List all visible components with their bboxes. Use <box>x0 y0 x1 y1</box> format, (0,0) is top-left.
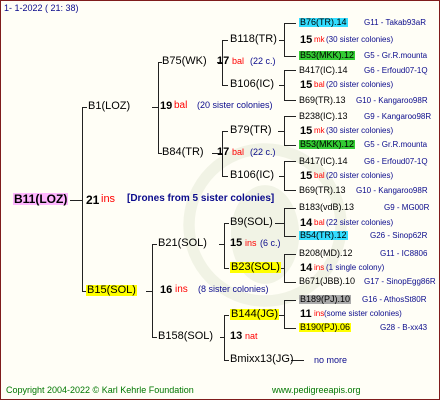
gen4-b417-b[interactable]: B417(IC).14 <box>299 157 348 166</box>
root-note: [Drones from 5 sister colonies] <box>127 193 275 204</box>
gen4-b238-loc: G9 - Kangaroo98R <box>364 112 432 121</box>
gen2-b75-note: (22 c.) <box>250 56 276 66</box>
root-queen[interactable]: B11(LOZ) <box>13 193 69 205</box>
dam-b15[interactable]: B15(SOL) <box>86 285 137 296</box>
gen4-b76-loc: G11 - Takab93aR <box>364 18 426 27</box>
gen2-b158[interactable]: B158(SOL) <box>158 331 213 342</box>
gen4-b54[interactable]: B54(TR).12 <box>299 231 348 240</box>
gen3-b79[interactable]: B79(TR) <box>230 125 272 136</box>
gen2-b21[interactable]: B21(SOL) <box>158 238 207 249</box>
footer-site-link[interactable]: www.pedigreeapis.org <box>272 385 361 395</box>
gen3-b79-breeder: mk <box>314 126 325 135</box>
gen3-b106a-note: (20 sister colonies) <box>326 80 394 89</box>
gen4-b69-a[interactable]: B69(TR).13 <box>299 96 346 105</box>
header-date: 1- 1-2022 ( 21: 38) <box>4 3 79 13</box>
footer-copyright: Copyright 2004-2022 © Karl Kehrle Founda… <box>6 385 194 395</box>
gen4-b417-a[interactable]: B417(IC).14 <box>299 66 348 75</box>
gen4-b238[interactable]: B238(IC).13 <box>299 112 348 121</box>
gen2-b21-breeder: ins <box>245 238 257 248</box>
gen3-b106b-note: (20 sister colonies) <box>326 171 394 180</box>
gen3-b23-note: (1 single colony) <box>326 263 385 272</box>
gen4-b53-a[interactable]: B53(MKK).12 <box>299 51 356 60</box>
gen3-b144-breeder: ins <box>314 309 325 318</box>
gen3-b106b-breeder: bal <box>314 171 325 180</box>
dam-b15-breeder: ins <box>175 284 188 295</box>
gen4-b417a-loc: G6 - Erfoud07-1Q <box>364 66 428 75</box>
gen2-b75[interactable]: B75(WK) <box>162 56 207 67</box>
gen4-b671-loc: G17 - SinopEgg86R <box>364 277 436 286</box>
gen3-b9-breeder: bal <box>314 218 325 227</box>
gen4-b69a-loc: G10 - Kangaroo98R <box>356 96 428 105</box>
gen4-b417b-loc: G6 - Erfoud07-1Q <box>364 157 428 166</box>
gen3-b106-b[interactable]: B106(IC) <box>230 170 274 181</box>
gen2-b158-breeder: nat <box>245 331 258 341</box>
gen4-b190-loc: G28 - B-xx43 <box>380 323 428 332</box>
gen2-b75-year: 17 <box>217 55 230 67</box>
gen3-bmixx13-note: no more <box>314 355 348 365</box>
dam-b15-note: (8 sister colonies) <box>198 284 269 294</box>
gen4-b53a-loc: G5 - Gr.R.mounta <box>364 51 428 60</box>
gen4-b69-b[interactable]: B69(TR).13 <box>299 186 346 195</box>
sire-b1-breeder: bal <box>174 100 188 111</box>
gen4-b189[interactable]: B189(PJ).10 <box>299 295 352 304</box>
gen3-b9[interactable]: B9(SOL) <box>230 217 273 228</box>
gen3-b23[interactable]: B23(SOL) <box>230 262 281 273</box>
gen3-b144-year: 11 <box>300 308 312 320</box>
gen3-b118-year: 15 <box>300 34 313 46</box>
root-year: 21 <box>86 193 100 207</box>
gen2-b21-year: 15 <box>230 237 243 249</box>
gen4-b183-loc: G9 - MG00R <box>384 203 430 212</box>
gen4-b189-loc: G16 - AthosSt80R <box>362 295 427 304</box>
sire-b1[interactable]: B1(LOZ) <box>88 101 130 112</box>
gen3-b106b-year: 15 <box>300 170 313 182</box>
gen2-b84-note: (22 c.) <box>250 147 276 157</box>
gen2-b75-breeder: bal <box>232 56 245 66</box>
gen4-b208-loc: G11 - IC8806 <box>380 249 428 258</box>
gen4-b190[interactable]: B190(PJ).06 <box>299 323 352 332</box>
gen2-b158-year: 13 <box>230 330 243 342</box>
gen3-b23-year: 14 <box>300 262 313 274</box>
gen3-b9-note: (22 sister colonies) <box>326 218 394 227</box>
gen3-b106a-year: 15 <box>300 79 313 91</box>
gen2-b84-breeder: bal <box>232 147 245 157</box>
sire-b1-note: (20 sister colonies) <box>197 100 273 110</box>
gen3-b118-note: (30 sister colonies) <box>326 35 394 44</box>
gen2-b84[interactable]: B84(TR) <box>162 147 204 158</box>
gen3-b9-year: 14 <box>300 217 313 229</box>
gen4-b69b-loc: G10 - Kangaroo98R <box>356 186 428 195</box>
gen2-b84-year: 17 <box>217 146 230 158</box>
gen3-b106-a[interactable]: B106(IC) <box>230 79 274 90</box>
gen3-b118[interactable]: B118(TR) <box>230 34 277 45</box>
gen4-b54-loc: G26 - Sinop62R <box>370 231 428 240</box>
gen4-b671[interactable]: B671(JBB).10 <box>299 277 355 286</box>
gen4-b208[interactable]: B208(MD).12 <box>299 249 353 258</box>
gen3-bmixx13[interactable]: Bmixx13(JG) <box>230 354 294 365</box>
gen3-b79-year: 15 <box>300 125 313 137</box>
gen3-b79-note: (30 sister colonies) <box>326 126 394 135</box>
sire-b1-year: 19 <box>160 100 173 112</box>
gen3-b106a-breeder: bal <box>314 80 325 89</box>
dam-b15-year: 16 <box>160 284 173 296</box>
gen3-b144-note: (some sister colonies) <box>324 309 402 318</box>
root-breeder: ins <box>101 193 116 205</box>
gen3-b144[interactable]: B144(JG) <box>230 309 280 320</box>
gen2-b21-note: (6 c.) <box>260 238 281 248</box>
gen4-b76[interactable]: B76(TR).14 <box>299 18 348 27</box>
gen4-b53-b[interactable]: B53(MKK).12 <box>299 140 356 149</box>
gen3-b118-breeder: mk <box>314 35 325 44</box>
gen3-b23-breeder: ins <box>314 263 325 272</box>
gen4-b53b-loc: G5 - Gr.R.mounta <box>364 140 428 149</box>
gen4-b183[interactable]: B183(vdB).13 <box>299 203 354 212</box>
